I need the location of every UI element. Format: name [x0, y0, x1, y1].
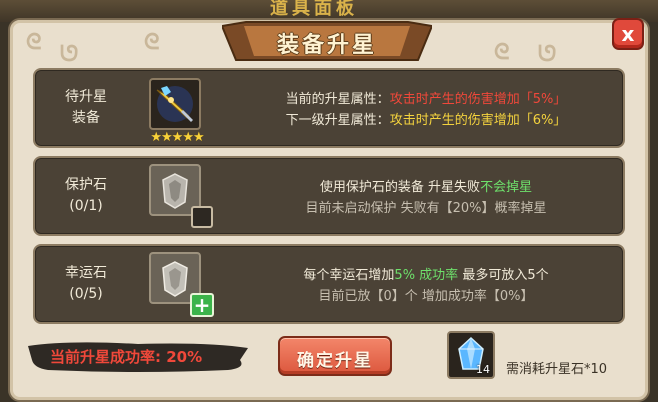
close-icon: x — [621, 22, 635, 46]
protect-row-label: 保护石 (0/1) — [41, 158, 131, 234]
next-attr-value: 攻击时产生的伤害增加「6%」 — [389, 113, 567, 128]
dialog-title-ribbon: 装备升星 — [222, 20, 432, 64]
success-rate-banner: 当前升星成功率: 20% — [28, 340, 248, 372]
equip-star-rating: ★★★★★ — [150, 130, 204, 145]
background-window-title: 道具面板 — [270, 0, 358, 19]
luck-row: 幸运石 (0/5) + 每个幸运石增加5% 成功率 最多可放入5个 目前已放【0… — [33, 244, 625, 324]
plus-icon: + — [193, 293, 211, 317]
next-attr-line: 下一级升星属性：攻击时产生的伤害增加「6%」 — [231, 111, 621, 131]
equip-item-slot[interactable] — [149, 78, 201, 130]
current-attr-value: 攻击时产生的伤害增加「5%」 — [389, 92, 567, 107]
luck-label-line2: (0/5) — [69, 286, 103, 302]
confirm-upgrade-label: 确定升星 — [297, 351, 373, 371]
luck-desc-highlight: 5% 成功率 — [394, 268, 459, 283]
protect-desc-line1: 使用保护石的装备 升星失败不会掉星 — [231, 178, 621, 198]
luck-desc-line1: 每个幸运石增加5% 成功率 最多可放入5个 — [231, 266, 621, 286]
current-attr-line: 当前的升星属性：攻击时产生的伤害增加「5%」 — [231, 90, 621, 110]
current-attr-prefix: 当前的升星属性： — [285, 92, 390, 107]
star-stone-cost: 需消耗升星石*10 — [506, 362, 608, 377]
luck-desc-prefix: 每个幸运石增加 — [303, 268, 395, 283]
protect-desc-prefix: 使用保护石的装备 升星失败 — [319, 180, 481, 195]
luck-row-label: 幸运石 (0/5) — [41, 246, 131, 322]
confirm-upgrade-button[interactable]: 确定升星 — [278, 336, 392, 376]
equip-row-label: 待升星 装备 — [41, 70, 131, 146]
luck-label-line1: 幸运石 — [65, 265, 107, 281]
deco-swirl-icon: ᘓ — [26, 30, 42, 55]
close-button[interactable]: x — [612, 18, 644, 50]
deco-swirl-icon: ᘓ — [144, 30, 160, 55]
deco-swirl-icon: ᘎ — [60, 42, 79, 67]
dialog-title: 装备升星 — [276, 33, 377, 58]
star-stone-slot[interactable]: 14 — [447, 331, 495, 379]
success-rate-text: 当前升星成功率: 20% — [50, 348, 203, 366]
next-attr-prefix: 下一级升星属性： — [285, 113, 390, 128]
protect-desc-highlight: 不会掉星 — [480, 180, 533, 195]
golden-spear-icon — [156, 86, 193, 122]
deco-swirl-icon: ᘎ — [538, 42, 557, 67]
equip-label-line1: 待升星 — [65, 89, 107, 105]
equip-row: 待升星 装备 ★★★★★ 当前的升星属性：攻击时产生的伤害增加「5%」 下一级升… — [33, 68, 625, 148]
protect-desc-line2: 目前未启动保护 失败有【20%】概率掉星 — [305, 201, 547, 216]
protect-label-line2: (0/1) — [69, 198, 103, 214]
luck-desc-suffix: 最多可放入5个 — [458, 268, 549, 283]
deco-swirl-icon: ᘓ — [494, 40, 510, 65]
protect-stone-count-box[interactable] — [191, 206, 213, 228]
star-stone-count: 14 — [476, 363, 490, 376]
luck-desc-line2: 目前已放【0】个 增加成功率【0%】 — [318, 289, 534, 304]
equip-label-line2: 装备 — [72, 110, 100, 126]
protect-row: 保护石 (0/1) 使用保护石的装备 升星失败不会掉星 目前未启动保护 失败有【… — [33, 156, 625, 236]
add-luck-stone-button[interactable]: + — [190, 293, 214, 317]
protect-label-line1: 保护石 — [65, 177, 107, 193]
